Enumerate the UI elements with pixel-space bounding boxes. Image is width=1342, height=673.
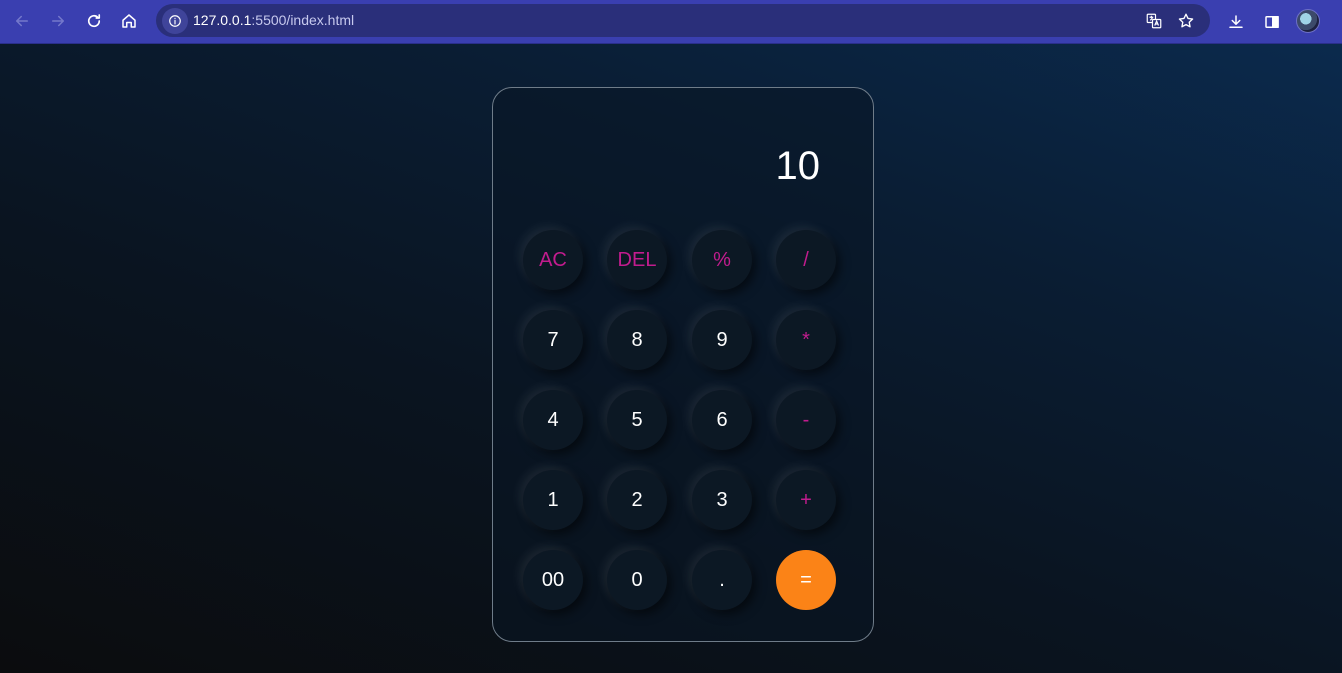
site-info-button[interactable] [162, 8, 188, 34]
forward-arrow-icon [52, 15, 64, 27]
digit-1-button[interactable]: 1 [523, 470, 583, 530]
divide-button[interactable]: / [776, 230, 836, 290]
digit-2-button[interactable]: 2 [607, 470, 667, 530]
url-host: 127.0.0.1 [193, 12, 252, 28]
digit-3-button[interactable]: 3 [692, 470, 752, 530]
translate-button[interactable] [1142, 9, 1166, 33]
digit-0-button[interactable]: 0 [607, 550, 667, 610]
percent-button[interactable]: % [692, 230, 752, 290]
digit-7-button[interactable]: 7 [523, 310, 583, 370]
translate-icon [1146, 13, 1162, 29]
bookmark-button[interactable] [1174, 9, 1198, 33]
side-panel-icon [1265, 16, 1279, 28]
clear-all-button[interactable]: AC [523, 230, 583, 290]
digit-4-button[interactable]: 4 [523, 390, 583, 450]
home-icon [122, 14, 136, 28]
digit-6-button[interactable]: 6 [692, 390, 752, 450]
delete-button[interactable]: DEL [607, 230, 667, 290]
digit-8-button[interactable]: 8 [607, 310, 667, 370]
info-icon [169, 15, 181, 27]
add-button[interactable]: + [776, 470, 836, 530]
multiply-button[interactable]: * [776, 310, 836, 370]
calculator-display: 10 [775, 144, 821, 188]
back-arrow-icon [16, 15, 28, 27]
digit-9-button[interactable]: 9 [692, 310, 752, 370]
url-text[interactable]: 127.0.0.1:5500/index.html [193, 12, 354, 29]
forward-button[interactable] [43, 6, 73, 36]
downloads-button[interactable] [1221, 7, 1251, 37]
equals-button[interactable]: = [776, 550, 836, 610]
star-icon [1178, 13, 1194, 28]
page-viewport: 10 AC DEL%/7 8 9 * 4 5 6-1 2 3 +00 0. = [0, 44, 1342, 673]
profile-avatar[interactable] [1296, 9, 1320, 33]
browser-toolbar: 127.0.0.1:5500/index.html [0, 0, 1342, 44]
download-icon [1229, 15, 1243, 28]
address-bar[interactable]: 127.0.0.1:5500/index.html [156, 4, 1210, 37]
calculator: 10 AC DEL%/7 8 9 * 4 5 6-1 2 3 +00 0. = [492, 87, 874, 642]
url-path: :5500/index.html [251, 12, 355, 28]
reload-button[interactable] [79, 6, 109, 36]
double-zero-button[interactable]: 00 [523, 550, 583, 610]
back-button[interactable] [7, 6, 37, 36]
reload-icon [87, 14, 101, 28]
decimal-button[interactable]: . [692, 550, 752, 610]
side-panel-button[interactable] [1257, 7, 1287, 37]
home-button[interactable] [114, 6, 144, 36]
subtract-button[interactable]: - [776, 390, 836, 450]
digit-5-button[interactable]: 5 [607, 390, 667, 450]
